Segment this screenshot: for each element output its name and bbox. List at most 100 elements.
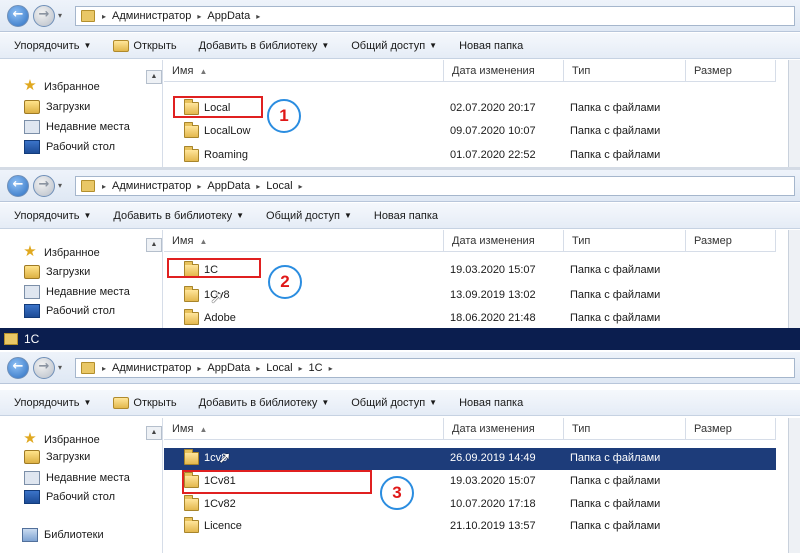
nav-item-favorites[interactable]: ★ Избранное	[22, 78, 99, 95]
column-header-type[interactable]: Тип	[564, 230, 686, 252]
column-header-size[interactable]: Размер	[686, 418, 776, 440]
table-row[interactable]: LocalLow 09.07.2020 10:07 Папка с файлам…	[164, 121, 776, 143]
nav-item-downloads[interactable]: Загрузки	[24, 100, 90, 114]
table-row[interactable]: 1Cv82 10.07.2020 17:18 Папка с файлами	[164, 494, 776, 516]
open-button[interactable]: Открыть	[113, 39, 177, 52]
share-button[interactable]: Общий доступ ▼	[351, 40, 437, 52]
navigation-pane: ▲ ★ Избранное Загрузки Недавние места Раб…	[0, 60, 163, 168]
history-dropdown-icon[interactable]: ▾	[58, 11, 62, 20]
column-header-name[interactable]: Имя ▲	[164, 230, 444, 252]
breadcrumb-item[interactable]: 1C	[309, 362, 323, 374]
vertical-scrollbar[interactable]	[788, 60, 800, 168]
nav-item-desktop[interactable]: Рабочий стол	[24, 304, 115, 318]
breadcrumb-item[interactable]: AppData	[207, 362, 250, 374]
forward-button[interactable]: →	[33, 5, 55, 27]
chevron-down-icon: ▼	[236, 211, 245, 220]
downloads-folder-icon	[24, 265, 40, 279]
nav-label: Загрузки	[46, 101, 91, 113]
history-dropdown-icon[interactable]: ▾	[58, 181, 62, 190]
new-folder-button[interactable]: Новая папка	[374, 210, 438, 222]
nav-item-downloads[interactable]: Загрузки	[24, 450, 90, 464]
organize-button[interactable]: Упорядочить ▼	[14, 210, 91, 222]
desktop-icon	[24, 140, 40, 154]
back-button[interactable]: ←	[7, 357, 29, 379]
new-folder-button[interactable]: Новая папка	[459, 40, 523, 52]
scroll-up-icon[interactable]: ▲	[146, 70, 162, 84]
new-folder-button[interactable]: Новая папка	[459, 397, 523, 409]
chevron-down-icon: ▼	[83, 211, 92, 220]
address-box[interactable]: ▸ Администратор ▸ AppData ▸ Local ▸	[75, 176, 795, 196]
share-button[interactable]: Общий доступ ▼	[351, 397, 437, 409]
column-header-type[interactable]: Тип	[564, 60, 686, 82]
back-arrow-icon: ←	[12, 7, 24, 22]
back-button[interactable]: ←	[7, 5, 29, 27]
add-to-library-button[interactable]: Добавить в библиотеку ▼	[199, 397, 330, 409]
table-row[interactable]: 1Cv8 13.09.2019 13:02 Папка с файлами	[164, 285, 776, 307]
chevron-right-icon: ▸	[328, 364, 333, 373]
breadcrumb-item[interactable]: AppData	[207, 10, 250, 22]
downloads-folder-icon	[24, 100, 40, 114]
forward-button[interactable]: →	[33, 175, 55, 197]
sort-ascending-icon: ▲	[199, 425, 208, 434]
nav-item-downloads[interactable]: Загрузки	[24, 265, 90, 279]
address-box[interactable]: ▸ Администратор ▸ AppData ▸	[75, 6, 795, 26]
command-toolbar: Упорядочить ▼ Добавить в библиотеку ▼ Общи…	[0, 203, 800, 229]
nav-label: Рабочий стол	[46, 491, 116, 503]
nav-item-recent[interactable]: Недавние места	[24, 285, 130, 299]
breadcrumb-item[interactable]: Local	[266, 180, 292, 192]
column-header-type[interactable]: Тип	[564, 418, 686, 440]
column-header-name[interactable]: Имя ▲	[164, 418, 444, 440]
scroll-up-icon[interactable]: ▲	[146, 238, 162, 252]
address-box[interactable]: ▸ Администратор ▸ AppData ▸ Local ▸ 1C ▸	[75, 358, 795, 378]
star-icon: ★	[23, 243, 37, 260]
back-arrow-icon: ←	[12, 177, 24, 192]
nav-item-recent[interactable]: Недавние места	[24, 471, 130, 485]
forward-arrow-icon: →	[38, 7, 50, 22]
breadcrumb-item[interactable]: AppData	[207, 180, 250, 192]
organize-label: Упорядочить	[14, 39, 80, 52]
column-header-size[interactable]: Размер	[686, 230, 776, 252]
downloads-folder-icon	[24, 450, 40, 464]
forward-button[interactable]: →	[33, 357, 55, 379]
row-date: 01.07.2020 22:52	[450, 149, 536, 161]
table-row-selected[interactable]: 1cv8 26.09.2019 14:49 Папка с файлами	[164, 448, 776, 470]
add-to-library-button[interactable]: Добавить в библиотеку ▼	[113, 210, 244, 222]
breadcrumb-item[interactable]: Администратор	[112, 10, 191, 22]
folder-icon	[184, 146, 199, 162]
breadcrumb-item[interactable]: Администратор	[112, 180, 191, 192]
column-header-date[interactable]: Дата изменения	[444, 60, 564, 82]
breadcrumb-item[interactable]: Local	[266, 362, 292, 374]
add-to-library-button[interactable]: Добавить в библиотеку ▼	[199, 40, 330, 52]
vertical-scrollbar[interactable]	[788, 418, 800, 553]
vertical-scrollbar[interactable]	[788, 230, 800, 328]
window-title-bar[interactable]: 1C	[0, 328, 800, 350]
open-button[interactable]: Открыть	[113, 396, 177, 409]
back-button[interactable]: ←	[7, 175, 29, 197]
organize-button[interactable]: Упорядочить ▼	[14, 40, 91, 52]
breadcrumb-item[interactable]: Администратор	[112, 362, 191, 374]
nav-item-favorites[interactable]: ★ Избранное	[22, 430, 99, 448]
nav-item-desktop[interactable]: Рабочий стол	[24, 490, 115, 504]
share-button[interactable]: Общий доступ ▼	[266, 210, 352, 222]
nav-item-recent[interactable]: Недавние места	[24, 120, 130, 134]
nav-item-favorites[interactable]: ★ Избранное	[22, 243, 99, 261]
table-row[interactable]: Roaming 01.07.2020 22:52 Папка с файлами	[164, 145, 776, 167]
organize-button[interactable]: Упорядочить ▼	[14, 397, 91, 409]
highlight-box	[173, 96, 263, 118]
column-header-size[interactable]: Размер	[686, 60, 776, 82]
star-icon: ★	[23, 430, 37, 447]
step-badge: 3	[380, 476, 414, 510]
history-dropdown-icon[interactable]: ▾	[58, 363, 62, 372]
table-row[interactable]: Licence 21.10.2019 13:57 Папка с файлами	[164, 516, 776, 538]
row-name: Licence	[204, 520, 242, 532]
nav-label: Библиотеки	[44, 529, 104, 541]
column-header-date[interactable]: Дата изменения	[444, 418, 564, 440]
scroll-up-icon[interactable]: ▲	[146, 426, 162, 440]
table-row[interactable]: Adobe 18.06.2020 21:48 Папка с файлами	[164, 308, 776, 328]
folder-icon	[184, 286, 199, 302]
nav-item-libraries[interactable]: Библиотеки	[22, 528, 104, 542]
folder-icon	[184, 122, 199, 138]
column-header-name[interactable]: Имя ▲	[164, 60, 444, 82]
column-header-date[interactable]: Дата изменения	[444, 230, 564, 252]
nav-item-desktop[interactable]: Рабочий стол	[24, 140, 115, 154]
